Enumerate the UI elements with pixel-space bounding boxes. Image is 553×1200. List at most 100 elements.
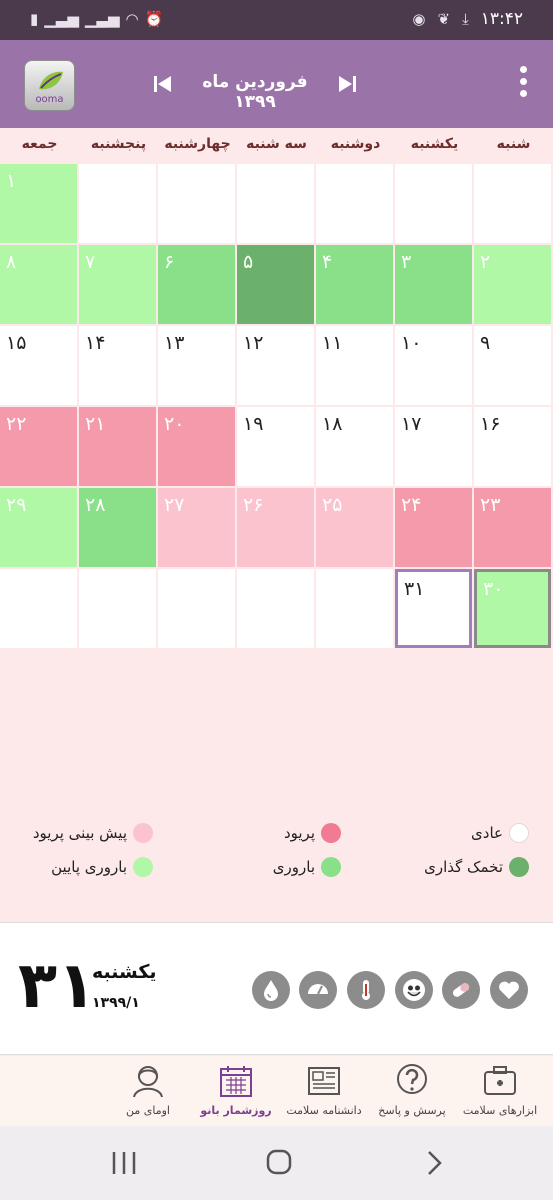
- previous-month-icon[interactable]: [154, 74, 174, 94]
- pill-icon[interactable]: [442, 971, 480, 1009]
- nav-label: پرسش و پاسخ: [378, 1104, 446, 1117]
- smiley-icon[interactable]: [395, 971, 433, 1009]
- legend-label: عادی: [471, 824, 503, 842]
- calendar-day-cell[interactable]: ۳۱: [395, 569, 472, 648]
- more-vert-icon[interactable]: [517, 66, 529, 104]
- calendar-day-cell[interactable]: ۱۵: [0, 326, 77, 405]
- nav-health-encyclopedia[interactable]: دانشنامه سلامت: [279, 1062, 369, 1122]
- calendar-day-number: ۴: [322, 251, 333, 273]
- legend-dot-predicted-period: [133, 823, 153, 843]
- legend-label: پیش بینی پریود: [32, 824, 127, 842]
- app-bar: ooma فروردین ماه ۱۳۹۹: [0, 40, 553, 128]
- calendar-day-cell[interactable]: ۲۵: [316, 488, 393, 567]
- calendar-day-cell[interactable]: ۳۰: [474, 569, 551, 648]
- calendar-day-number: ۳۰: [483, 578, 504, 600]
- nav-my-ooma[interactable]: اومای من: [103, 1062, 193, 1122]
- calendar-day-cell[interactable]: ۴: [316, 245, 393, 324]
- calendar-day-cell[interactable]: ۲۳: [474, 488, 551, 567]
- download-icon: ⤓: [462, 10, 469, 28]
- calendar-grid: ۱ ۲ ۳ ۴ ۵ ۶ ۷ ۸ ۹ ۱۰ ۱۱ ۱۲ ۱۳ ۱۴ ۱۵ ۱۶ ۱۷ ۱۸ ۱۹ ۲۰ ۲۱ ۲۲ ۲۳ ۲۴ ۲…: [0, 164, 553, 648]
- calendar-day-cell[interactable]: ۱۹: [237, 407, 314, 486]
- calendar-empty-cell: [237, 569, 314, 648]
- calendar-day-number: ۳: [401, 251, 412, 273]
- next-month-icon[interactable]: [336, 74, 356, 94]
- heart-icon[interactable]: [490, 971, 528, 1009]
- calendar-day-number: ۲۵: [322, 494, 343, 516]
- calendar-day-cell[interactable]: ۸: [0, 245, 77, 324]
- app-logo[interactable]: ooma: [24, 60, 75, 111]
- nav-label: ابزارهای سلامت: [462, 1104, 538, 1117]
- weight-scale-icon[interactable]: [299, 971, 337, 1009]
- calendar-empty-cell: [158, 164, 235, 243]
- alarm-icon: ⏰: [144, 10, 164, 28]
- calendar-day-number: ۲۲: [6, 413, 27, 435]
- status-time: ۱۳:۴۲: [480, 9, 523, 29]
- calendar-day-cell[interactable]: ۱۰: [395, 326, 472, 405]
- calendar-day-cell[interactable]: ۲۹: [0, 488, 77, 567]
- calendar-day-cell[interactable]: ۲۰: [158, 407, 235, 486]
- calendar-day-number: ۲۳: [480, 494, 501, 516]
- calendar-empty-cell: [474, 164, 551, 243]
- calendar-day-cell[interactable]: ۱۱: [316, 326, 393, 405]
- weekday-label: جمعه: [21, 136, 58, 152]
- calendar-day-number: ۸: [6, 251, 17, 273]
- calendar-empty-cell: [79, 569, 156, 648]
- selected-day-weekday: یکشنبه: [92, 961, 157, 983]
- signal-icon: ▁▃▅: [84, 10, 120, 28]
- calendar-day-cell[interactable]: ۲۸: [79, 488, 156, 567]
- system-navigation-bar: [0, 1126, 553, 1200]
- calendar-day-cell[interactable]: ۲۲: [0, 407, 77, 486]
- calendar-day-cell[interactable]: ۲۴: [395, 488, 472, 567]
- nav-qa[interactable]: پرسش و پاسخ: [367, 1062, 457, 1122]
- profile-icon: [133, 1066, 163, 1098]
- calendar-day-number: ۱۸: [322, 413, 343, 435]
- calendar-empty-cell: [0, 569, 77, 648]
- calendar-day-cell[interactable]: ۱۴: [79, 326, 156, 405]
- nav-health-tools[interactable]: ابزارهای سلامت: [455, 1062, 545, 1122]
- app-leaf-icon: ❦: [437, 10, 451, 28]
- drop-icon[interactable]: [252, 971, 290, 1009]
- calendar-day-cell[interactable]: ۲: [474, 245, 551, 324]
- calendar-day-cell[interactable]: ۱۳: [158, 326, 235, 405]
- calendar-day-cell[interactable]: ۶: [158, 245, 235, 324]
- question-bubble-icon: [397, 1064, 427, 1094]
- home-icon[interactable]: [259, 1148, 299, 1178]
- calendar-day-number: ۱۳: [164, 332, 185, 354]
- calendar-day-cell[interactable]: ۲۷: [158, 488, 235, 567]
- calendar-day-number: ۳۱: [404, 578, 425, 600]
- calendar-day-cell[interactable]: ۱: [0, 164, 77, 243]
- calendar-day-cell[interactable]: ۹: [474, 326, 551, 405]
- calendar-day-cell[interactable]: ۷: [79, 245, 156, 324]
- weekday-label: چهارشنبه: [164, 136, 231, 152]
- legend: عادی پریود پیش بینی پریود تخمک گذاری بار…: [0, 815, 553, 895]
- nav-label: اومای من: [126, 1104, 170, 1117]
- nav-period-calendar[interactable]: روزشمار بانو: [191, 1062, 281, 1122]
- calendar-day-number: ۵: [243, 251, 254, 273]
- thermometer-icon[interactable]: [347, 971, 385, 1009]
- weekday-label: پنجشنبه: [90, 136, 147, 152]
- calendar-day-cell[interactable]: ۱۶: [474, 407, 551, 486]
- calendar-day-cell[interactable]: ۱۷: [395, 407, 472, 486]
- calendar-empty-cell: [395, 164, 472, 243]
- calendar-day-cell[interactable]: ۱۲: [237, 326, 314, 405]
- calendar-day-cell[interactable]: ۵: [237, 245, 314, 324]
- nav-label: روزشمار بانو: [200, 1104, 272, 1117]
- legend-fertility: باروری: [273, 857, 341, 877]
- back-icon[interactable]: [414, 1148, 454, 1178]
- calendar-day-number: ۱۶: [480, 413, 501, 435]
- month-navigator: فروردین ماه ۱۳۹۹: [150, 68, 360, 112]
- calendar-day-number: ۱: [6, 170, 17, 192]
- calendar-day-number: ۲۴: [401, 494, 422, 516]
- calendar-empty-cell: [237, 164, 314, 243]
- legend-dot-low-fertility: [133, 857, 153, 877]
- calendar-day-cell[interactable]: ۲۶: [237, 488, 314, 567]
- calendar-day-cell[interactable]: ۳: [395, 245, 472, 324]
- calendar-day-number: ۲۷: [164, 494, 185, 516]
- legend-low-fertility: باروری پایین: [51, 857, 153, 877]
- recent-apps-icon[interactable]: [104, 1148, 144, 1178]
- calendar-day-cell[interactable]: ۱۸: [316, 407, 393, 486]
- legend-dot-period: [321, 823, 341, 843]
- calendar-day-cell[interactable]: ۲۱: [79, 407, 156, 486]
- legend-normal: عادی: [471, 823, 529, 843]
- legend-dot-ovulation: [509, 857, 529, 877]
